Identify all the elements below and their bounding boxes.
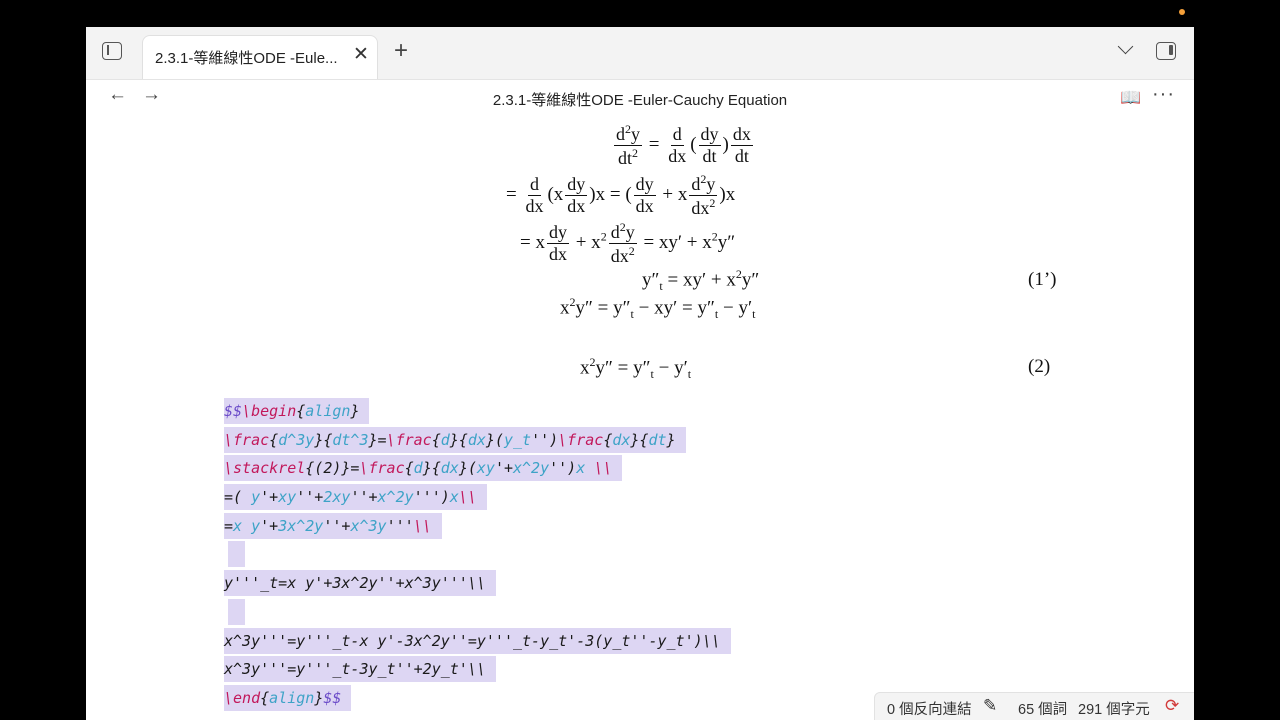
tab-active[interactable]: 2.3.1-等維線性ODE -Eule... ✕	[142, 35, 378, 79]
nav-bar: ← → 2.3.1-等維線性ODE -Euler-Cauchy Equation…	[86, 80, 1194, 114]
source-line: x^3y'''=y'''_t-3y_t''+2y_t'\\	[224, 655, 731, 684]
math-line-3: = x dy dx + x2 d2y dx2 = xy′ + x2y″	[520, 220, 736, 266]
word-count: 65 個詞	[1018, 702, 1068, 718]
source-line: \end{align}$$	[224, 684, 731, 713]
math-line-5: x2y″ = y″t − xy′ = y″t − y′t	[560, 295, 756, 322]
new-tab-button[interactable]: +	[394, 39, 408, 63]
reading-view-icon[interactable]: 📖	[1120, 88, 1141, 108]
right-sidebar-toggle-icon[interactable]	[1156, 42, 1176, 60]
source-line: y'''_t=x y'+3x^2y''+x^3y'''\\	[224, 569, 731, 598]
chevron-down-icon[interactable]	[1117, 38, 1134, 55]
source-line: $$\begin{align}	[224, 397, 731, 426]
tab-title: 2.3.1-等維線性ODE -Eule...	[155, 50, 338, 67]
source-line: \frac{d^3y}{dt^3}=\frac{d}{dx}(y_t'')\fr…	[224, 426, 731, 455]
equation-number-2: (2)	[1028, 356, 1051, 377]
sync-off-icon[interactable]: ⟳	[1165, 696, 1179, 716]
notification-dot	[1179, 9, 1185, 15]
source-line-empty	[224, 598, 731, 627]
math-eq-2: x2y″ = y″t − y′t	[580, 355, 692, 382]
more-options-icon[interactable]: ···	[1152, 83, 1175, 106]
source-line: =( y'+xy''+2xy''+x^2y''')x\\	[224, 483, 731, 512]
document-title: 2.3.1-等維線性ODE -Euler-Cauchy Equation	[492, 92, 788, 109]
latex-source-block[interactable]: $$\begin{align} \frac{d^3y}{dt^3}=\frac{…	[224, 397, 731, 713]
source-line-empty	[224, 540, 731, 569]
math-line-4: y″t = xy′ + x2y″	[642, 267, 760, 294]
math-line-2: = d dx (x dy dx)x = (dy dx + x d2y dx2)x	[506, 172, 736, 218]
tab-bar: 2.3.1-等維線性ODE -Eule... ✕ +	[86, 27, 1194, 80]
sidebar-toggle-icon[interactable]	[102, 42, 122, 60]
backlinks-count[interactable]: 0 個反向連結	[887, 698, 972, 719]
app-window: 2.3.1-等維線性ODE -Eule... ✕ + ← → 2.3.1-等維線…	[86, 27, 1194, 720]
close-icon[interactable]: ✕	[353, 45, 369, 64]
char-count: 291 個字元	[1078, 702, 1150, 718]
source-line: x^3y'''=y'''_t-x y'-3x^2y''=y'''_t-y_t'-…	[224, 627, 731, 656]
edit-mode-icon[interactable]: ✎	[983, 696, 997, 716]
status-bar: 0 個反向連結 ✎ 65 個詞 291 個字元 ⟳	[874, 692, 1194, 720]
equation-number-1: (1’)	[1028, 269, 1057, 290]
source-line: \stackrel{(2)}=\frac{d}{dx}(xy'+x^2y'')x…	[224, 454, 731, 483]
source-line: =x y'+3x^2y''+x^3y'''\\	[224, 512, 731, 541]
math-line-1: d2y dt2 = d dx(dy dt) dx dt	[614, 122, 753, 168]
